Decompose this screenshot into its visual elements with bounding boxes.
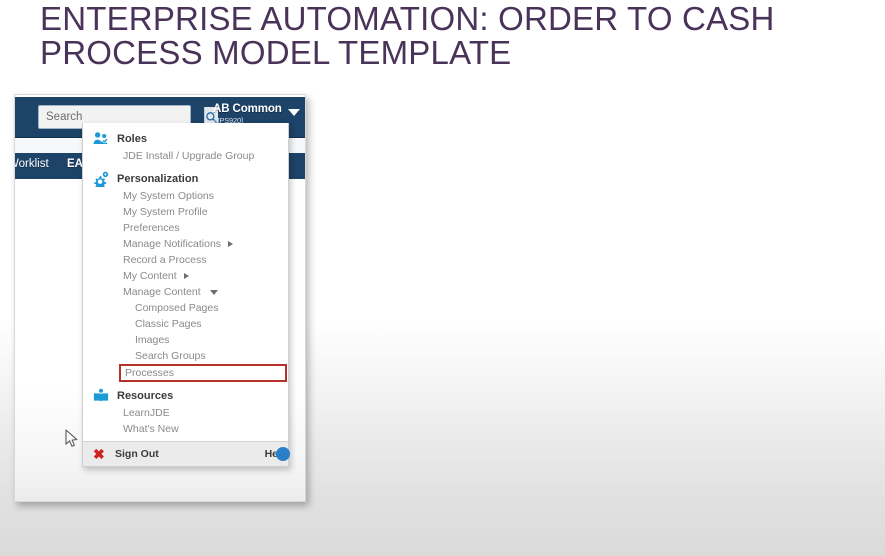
menu-item-label: JDE Install / Upgrade Group [123,150,255,162]
menu-group-resources[interactable]: Resources [83,386,288,405]
menu-item-manage-notifications[interactable]: Manage Notifications [83,236,288,252]
menu-item-whats-new[interactable]: What's New [83,421,288,437]
book-icon [91,386,111,405]
nav-item-ea[interactable]: EA [67,158,83,170]
menu-item-manage-content[interactable]: Manage Content [83,284,288,300]
menu-item-label: LearnJDE [123,407,170,419]
menu-group-resources-label: Resources [117,389,174,402]
menu-item-composed-pages[interactable]: Composed Pages [83,300,288,316]
menu-item-label: Composed Pages [135,302,219,314]
menu-item-my-content[interactable]: My Content [83,268,288,284]
menu-group-roles-label: Roles [117,132,147,145]
users-roles-icon [91,129,111,148]
menu-item-label: My Content [123,270,177,282]
chevron-right-icon [228,241,234,247]
menu-item-jde-install-upgrade-group[interactable]: JDE Install / Upgrade Group [83,148,288,164]
menu-group-personalization-label: Personalization [117,172,199,185]
menu-item-learnjde[interactable]: LearnJDE [83,405,288,421]
help-dot-icon[interactable] [276,447,290,461]
menu-item-my-system-profile[interactable]: My System Profile [83,204,288,220]
nav-item-worklist[interactable]: Worklist [15,158,49,170]
gear-icon [91,169,111,188]
embedded-screenshot: AB Common [JPS920] Worklist EA [14,94,306,502]
page-title: ENTERPRISE AUTOMATION: ORDER TO CASH PRO… [40,0,784,71]
menu-item-processes[interactable]: Processes [119,364,287,382]
menu-item-label: My System Options [123,190,215,202]
user-dropdown-menu: Roles JDE Install / Upgrade Group Person… [82,123,290,467]
menu-item-label: Manage Content [123,286,201,298]
menu-item-my-system-options[interactable]: My System Options [83,188,288,204]
menu-item-label: Record a Process [123,254,207,266]
red-x-icon[interactable]: ✖ [93,447,105,461]
menu-item-label: Processes [125,367,175,379]
menu-item-label: Images [135,334,170,346]
menu-item-preferences[interactable]: Preferences [83,220,288,236]
user-name-label: AB Common [213,103,282,115]
slide-canvas: ENTERPRISE AUTOMATION: ORDER TO CASH PRO… [0,0,885,556]
dropdown-footer: ✖ Sign Out He [83,441,290,466]
sign-out-button[interactable]: Sign Out [115,448,159,460]
menu-item-label: Manage Notifications [123,238,222,250]
menu-item-images[interactable]: Images [83,332,288,348]
menu-item-search-groups[interactable]: Search Groups [83,348,288,364]
menu-group-personalization[interactable]: Personalization [83,169,288,188]
menu-item-label: Classic Pages [135,318,202,330]
menu-item-label: My System Profile [123,206,208,218]
menu-item-label: Preferences [123,222,180,234]
chevron-down-icon[interactable] [288,109,300,116]
menu-item-label: Search Groups [135,350,206,362]
chevron-right-icon [183,273,189,279]
menu-group-roles[interactable]: Roles [83,129,288,148]
chevron-down-icon [209,289,218,295]
menu-item-label: What's New [123,423,179,435]
menu-item-classic-pages[interactable]: Classic Pages [83,316,288,332]
menu-item-record-a-process[interactable]: Record a Process [83,252,288,268]
